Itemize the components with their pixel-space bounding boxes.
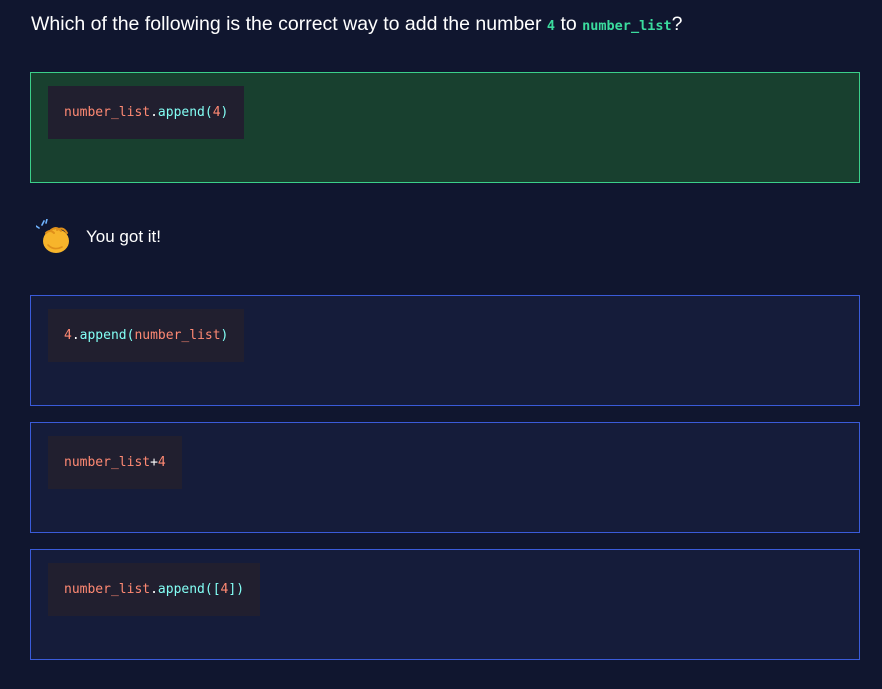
feedback-message: You got it! bbox=[36, 219, 161, 255]
answer-option-2[interactable]: 4. append(number_list) bbox=[30, 295, 860, 406]
question-text: Which of the following is the correct wa… bbox=[31, 13, 683, 35]
inline-code-variable: number_list bbox=[582, 18, 672, 34]
clapping-hands-icon bbox=[36, 219, 69, 253]
answer-option-3[interactable]: number_list + 4 bbox=[30, 422, 860, 533]
code-snippet: number_list. append([4]) bbox=[48, 563, 261, 616]
answer-option-4[interactable]: number_list. append([4]) bbox=[30, 549, 860, 660]
answer-option-1[interactable]: number_list. append(4) bbox=[30, 72, 860, 183]
inline-code-number: 4 bbox=[546, 18, 556, 34]
code-snippet: 4. append(number_list) bbox=[48, 309, 245, 362]
code-snippet: number_list. append(4) bbox=[48, 86, 245, 139]
feedback-text: You got it! bbox=[86, 227, 161, 246]
code-snippet: number_list + 4 bbox=[48, 436, 182, 489]
